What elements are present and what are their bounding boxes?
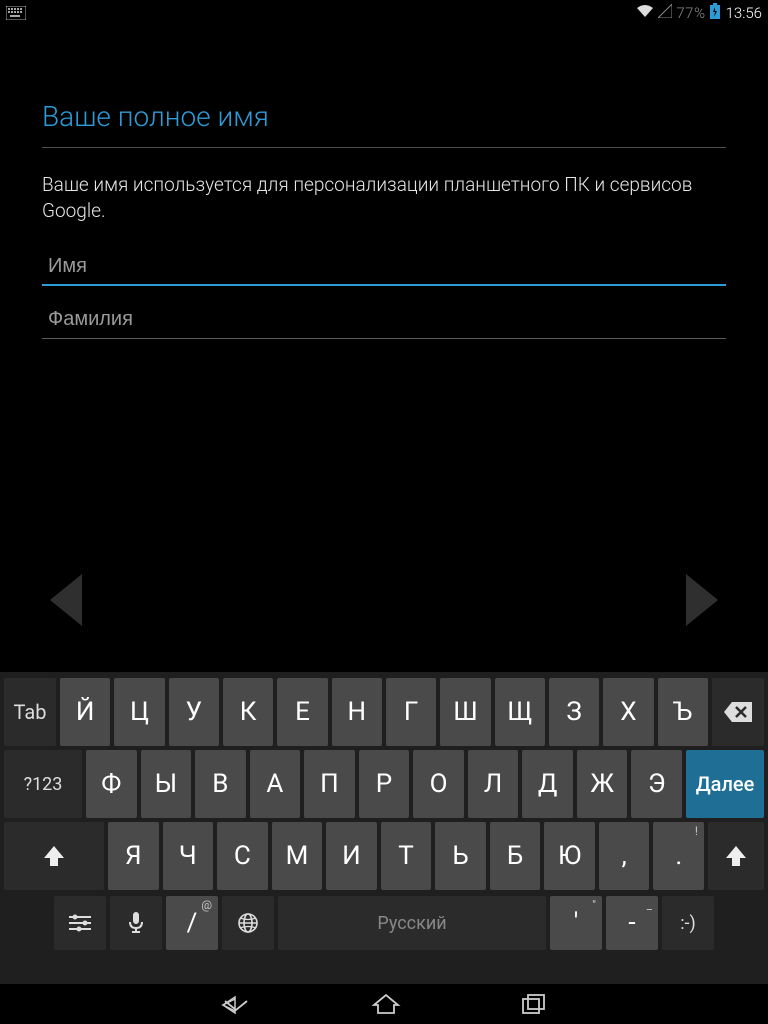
key-letter[interactable]: Ф xyxy=(86,750,137,818)
status-clock: 13:56 xyxy=(726,4,762,22)
key-letter[interactable]: И xyxy=(326,822,377,890)
key-letter[interactable]: Х xyxy=(603,678,653,746)
system-nav-bar xyxy=(0,984,768,1024)
key-space[interactable]: Русский xyxy=(278,896,546,950)
key-letter[interactable]: Ц xyxy=(114,678,164,746)
key-quote[interactable]: '" xyxy=(550,896,602,950)
nav-recent-button[interactable] xyxy=(521,993,547,1015)
key-emoji[interactable]: :-) xyxy=(662,896,714,950)
key-comma[interactable]: , xyxy=(599,822,650,890)
key-letter[interactable]: Н xyxy=(332,678,382,746)
soft-keyboard: Tab Й Ц У К Е Н Г Ш Щ З Х Ъ ?123 Ф Ы В А… xyxy=(0,672,768,984)
key-letter[interactable]: Р xyxy=(359,750,410,818)
key-letter[interactable]: Ы xyxy=(141,750,192,818)
wifi-icon xyxy=(636,4,654,22)
key-letter[interactable]: Я xyxy=(108,822,159,890)
key-letter[interactable]: Т xyxy=(381,822,432,890)
status-bar: 77% 13:56 xyxy=(0,0,768,26)
nav-back-button[interactable] xyxy=(221,995,251,1013)
last-name-input[interactable] xyxy=(42,304,726,339)
key-letter[interactable]: Е xyxy=(277,678,327,746)
backspace-icon xyxy=(724,702,752,722)
first-name-input[interactable] xyxy=(42,251,726,286)
sliders-icon xyxy=(69,913,91,933)
key-letter[interactable]: Д xyxy=(522,750,573,818)
battery-charging-icon xyxy=(710,3,720,23)
page-subtitle: Ваше имя используется для персонализации… xyxy=(42,172,726,223)
key-letter[interactable]: Э xyxy=(631,750,682,818)
key-shift-right[interactable] xyxy=(708,822,764,890)
shift-icon xyxy=(42,844,66,868)
key-dash[interactable]: -_ xyxy=(606,896,658,950)
forward-arrow-button[interactable] xyxy=(678,570,726,630)
back-arrow-button[interactable] xyxy=(42,570,90,630)
keyboard-notification-icon xyxy=(6,6,26,20)
key-period[interactable]: .! xyxy=(653,822,704,890)
key-letter[interactable]: В xyxy=(195,750,246,818)
key-settings[interactable] xyxy=(54,896,106,950)
battery-percent: 77% xyxy=(676,4,705,22)
key-symbols[interactable]: ?123 xyxy=(4,750,82,818)
key-tab[interactable]: Tab xyxy=(4,678,56,746)
key-letter[interactable]: Л xyxy=(468,750,519,818)
key-letter[interactable]: Ж xyxy=(577,750,628,818)
key-letter[interactable]: Б xyxy=(490,822,541,890)
key-shift-left[interactable] xyxy=(4,822,104,890)
key-letter[interactable]: К xyxy=(223,678,273,746)
key-voice[interactable] xyxy=(110,896,162,950)
setup-form: Ваше полное имя Ваше имя используется дл… xyxy=(0,26,768,339)
key-letter[interactable]: Ш xyxy=(440,678,490,746)
key-letter[interactable]: Щ xyxy=(495,678,545,746)
key-letter[interactable]: Й xyxy=(60,678,110,746)
key-slash[interactable]: /@ xyxy=(166,896,218,950)
page-title: Ваше полное имя xyxy=(42,100,726,148)
key-language[interactable] xyxy=(222,896,274,950)
shift-icon xyxy=(724,844,748,868)
key-letter[interactable]: Ю xyxy=(544,822,595,890)
globe-icon xyxy=(237,912,259,934)
key-letter[interactable]: С xyxy=(217,822,268,890)
key-next[interactable]: Далее xyxy=(686,750,764,818)
microphone-icon xyxy=(128,912,144,934)
key-letter[interactable]: П xyxy=(304,750,355,818)
key-letter[interactable]: У xyxy=(169,678,219,746)
nav-home-button[interactable] xyxy=(371,993,401,1015)
key-letter[interactable]: О xyxy=(413,750,464,818)
key-letter[interactable]: Ь xyxy=(435,822,486,890)
key-letter[interactable]: Ч xyxy=(163,822,214,890)
key-backspace[interactable] xyxy=(712,678,764,746)
key-letter[interactable]: Г xyxy=(386,678,436,746)
key-letter[interactable]: З xyxy=(549,678,599,746)
key-letter[interactable]: А xyxy=(250,750,301,818)
key-letter[interactable]: Ъ xyxy=(658,678,708,746)
cell-signal-icon xyxy=(658,4,672,22)
key-letter[interactable]: М xyxy=(272,822,323,890)
